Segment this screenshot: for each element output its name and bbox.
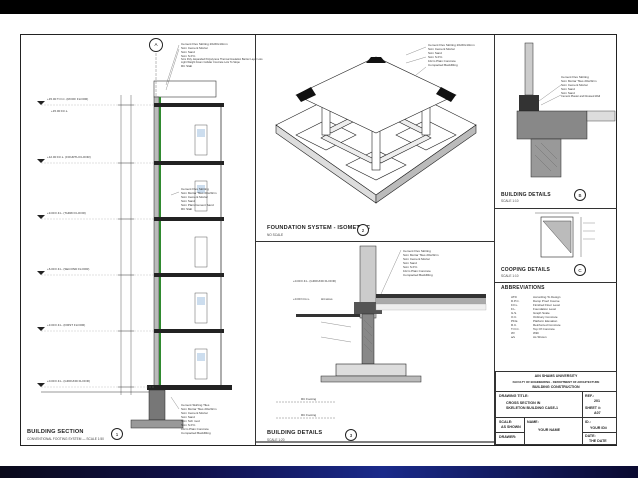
- details-subtitle: SCALE 1:20: [267, 438, 285, 442]
- tb-course: BUILDING CONSTRUCTION: [532, 385, 580, 389]
- tb-drawer-label: DRAWER:: [499, 435, 517, 439]
- tb-id-label: ID.:: [585, 420, 591, 424]
- detail-mark-3: Hit wires: [321, 297, 333, 301]
- tb-date-label: DATE:: [585, 434, 596, 438]
- drawing-sheet: A +15.00 T.O.C. (ROOF FLOOR) +15.00 F.F.…: [20, 34, 617, 446]
- detail-note-7: Compacted Backfilling: [403, 273, 433, 277]
- tb-university: AIN SHAMS UNIVERSITY: [534, 374, 578, 378]
- level-sub-roof: +15.00 F.F.L.: [51, 109, 69, 113]
- tb-drawing-title-1: CROSS SECTION IN: [506, 401, 541, 405]
- level-label-ground: +0.00 F.F.L. (GROUND FLOOR): [47, 379, 90, 383]
- tb-scale-label: SCALE:: [499, 420, 513, 424]
- detail-level-2: +0.00 N.G.L.: [293, 297, 311, 301]
- level-label-third: +9.00 F.F.L. (THIRD FLOOR): [47, 211, 86, 215]
- level-label-roof: +15.00 T.O.C. (ROOF FLOOR): [47, 97, 89, 101]
- level-label-second: +6.00 F.F.L. (SECOND FLOOR): [47, 267, 90, 271]
- tb-name-value: YOUR NAME: [538, 428, 560, 432]
- foundation-title: FOUNDATION SYSTEM - ISOMETRIC: [267, 225, 371, 231]
- building-section-subtitle: CONVENTIONAL FOOTING SYSTEM — SCALE 1:50: [27, 437, 104, 441]
- drawing-number-bubble-2: 2: [357, 224, 369, 236]
- drawing-number-1: 1: [115, 432, 119, 437]
- detail-b-note-6: Cement Plaster and Dressed Wall: [561, 95, 600, 98]
- detail-mark-1: RC Footing: [301, 397, 317, 401]
- drawing-number-3: 3: [349, 433, 353, 438]
- abbreviations-title: ABBREVIATIONS: [501, 285, 545, 291]
- note-bot-8: Compacted Backfilling: [181, 431, 211, 435]
- title-block: AIN SHAMS UNIVERSITY FACULTY OF ENGINEER…: [495, 371, 617, 445]
- drawing-number-2: 2: [361, 228, 365, 233]
- detail-bubble-b: B: [574, 189, 586, 201]
- tb-divider-4: [582, 432, 616, 433]
- section-notes-top: Cement Flex Skirting 20x60x10mm Scm Ceme…: [181, 42, 263, 68]
- note-mid-6: RC Slab: [181, 207, 193, 211]
- section-notes-mid: Cement Flex Skirting Scm Mortar Tiles 20…: [181, 187, 253, 211]
- tb-drawing-title-label: DRAWING TITLE:: [499, 394, 529, 398]
- note-top-7: RC Slab: [181, 64, 193, 68]
- tb-name-label: NAME:: [527, 420, 539, 424]
- tb-id-value: YOUR ID#: [590, 426, 607, 430]
- foundation-note-6: Compacted Backfilling: [428, 63, 458, 67]
- tb-sheet-label: SHEET #:: [585, 406, 602, 410]
- level-label-first: +3.00 F.F.L. (FIRST FLOOR): [47, 323, 86, 327]
- divider-5: [495, 282, 617, 283]
- detail-bubble-b-label: B: [578, 193, 582, 198]
- foundation-notes: Cement Flex Skirting 20x60x10mm Scm Ceme…: [428, 43, 492, 67]
- grid-bubble-a: A: [149, 38, 163, 52]
- drawing-number-bubble-3: 3: [345, 429, 357, 441]
- tb-divider-1: [496, 391, 616, 392]
- section-notes-bottom: Cement Skirting Tiles Scm Mortar Tiles 2…: [181, 403, 253, 435]
- detail-bubble-c: C: [574, 264, 586, 276]
- tb-scale-value: AS SHOWN: [501, 425, 521, 429]
- abbreviations-list: ATD According To Design D.P.C. Damp Proof …: [511, 295, 611, 339]
- details-b-title: BUILDING DETAILS: [501, 192, 551, 198]
- abbr-11: a/s: [511, 335, 516, 339]
- detail-notes: Cement Flex Skirting Scm Mortar Tiles 20…: [403, 249, 473, 277]
- foundation-subtitle: NO SCALE: [267, 233, 284, 237]
- tb-date-value: THE DATE: [589, 439, 607, 443]
- tb-divider-v: [582, 391, 583, 445]
- abbr-row-11: a/s As Shown: [511, 335, 611, 339]
- level-label-fourth: +12.00 F.F.L. (FOURTH FLOOR): [47, 155, 91, 159]
- building-details-b-drawing: [516, 42, 616, 178]
- tb-divider-v2: [524, 417, 525, 445]
- tb-divider-2: [496, 417, 616, 418]
- tb-sheet-value: A07: [594, 411, 601, 415]
- grid-bubble-a-label: A: [154, 42, 158, 47]
- tb-drawing-title-2: SKELETON BUILDING CASE-1: [506, 406, 559, 410]
- detail-b-notes: Cement Flex Skirting Scm Mortar Tiles 20…: [561, 75, 617, 98]
- drawing-number-bubble-1: 1: [111, 428, 123, 440]
- coping-subtitle: SCALE 1:10: [501, 274, 519, 278]
- detail-bubble-c-label: C: [578, 268, 582, 273]
- tb-faculty: FACULTY OF ENGINEERING - DEPARTMENT OF A…: [512, 380, 600, 384]
- tb-ref-label: REF.:: [585, 394, 594, 398]
- building-section-title: BUILDING SECTION: [27, 429, 84, 435]
- detail-mark-2: RC Footing: [301, 413, 317, 417]
- tb-ref-value: 201: [594, 399, 600, 403]
- details-b-subtitle: SCALE 1:10: [501, 199, 519, 203]
- slide-bottom-bar: [0, 466, 638, 478]
- details-title: BUILDING DETAILS: [267, 430, 323, 436]
- coping-title: COOPING DETAILS: [501, 267, 551, 273]
- detail-level-1: +0.00 F.F.L. (GROUND FLOOR): [293, 279, 336, 283]
- abbr-meaning-11: As Shown: [533, 335, 547, 339]
- tb-divider-3: [496, 432, 524, 433]
